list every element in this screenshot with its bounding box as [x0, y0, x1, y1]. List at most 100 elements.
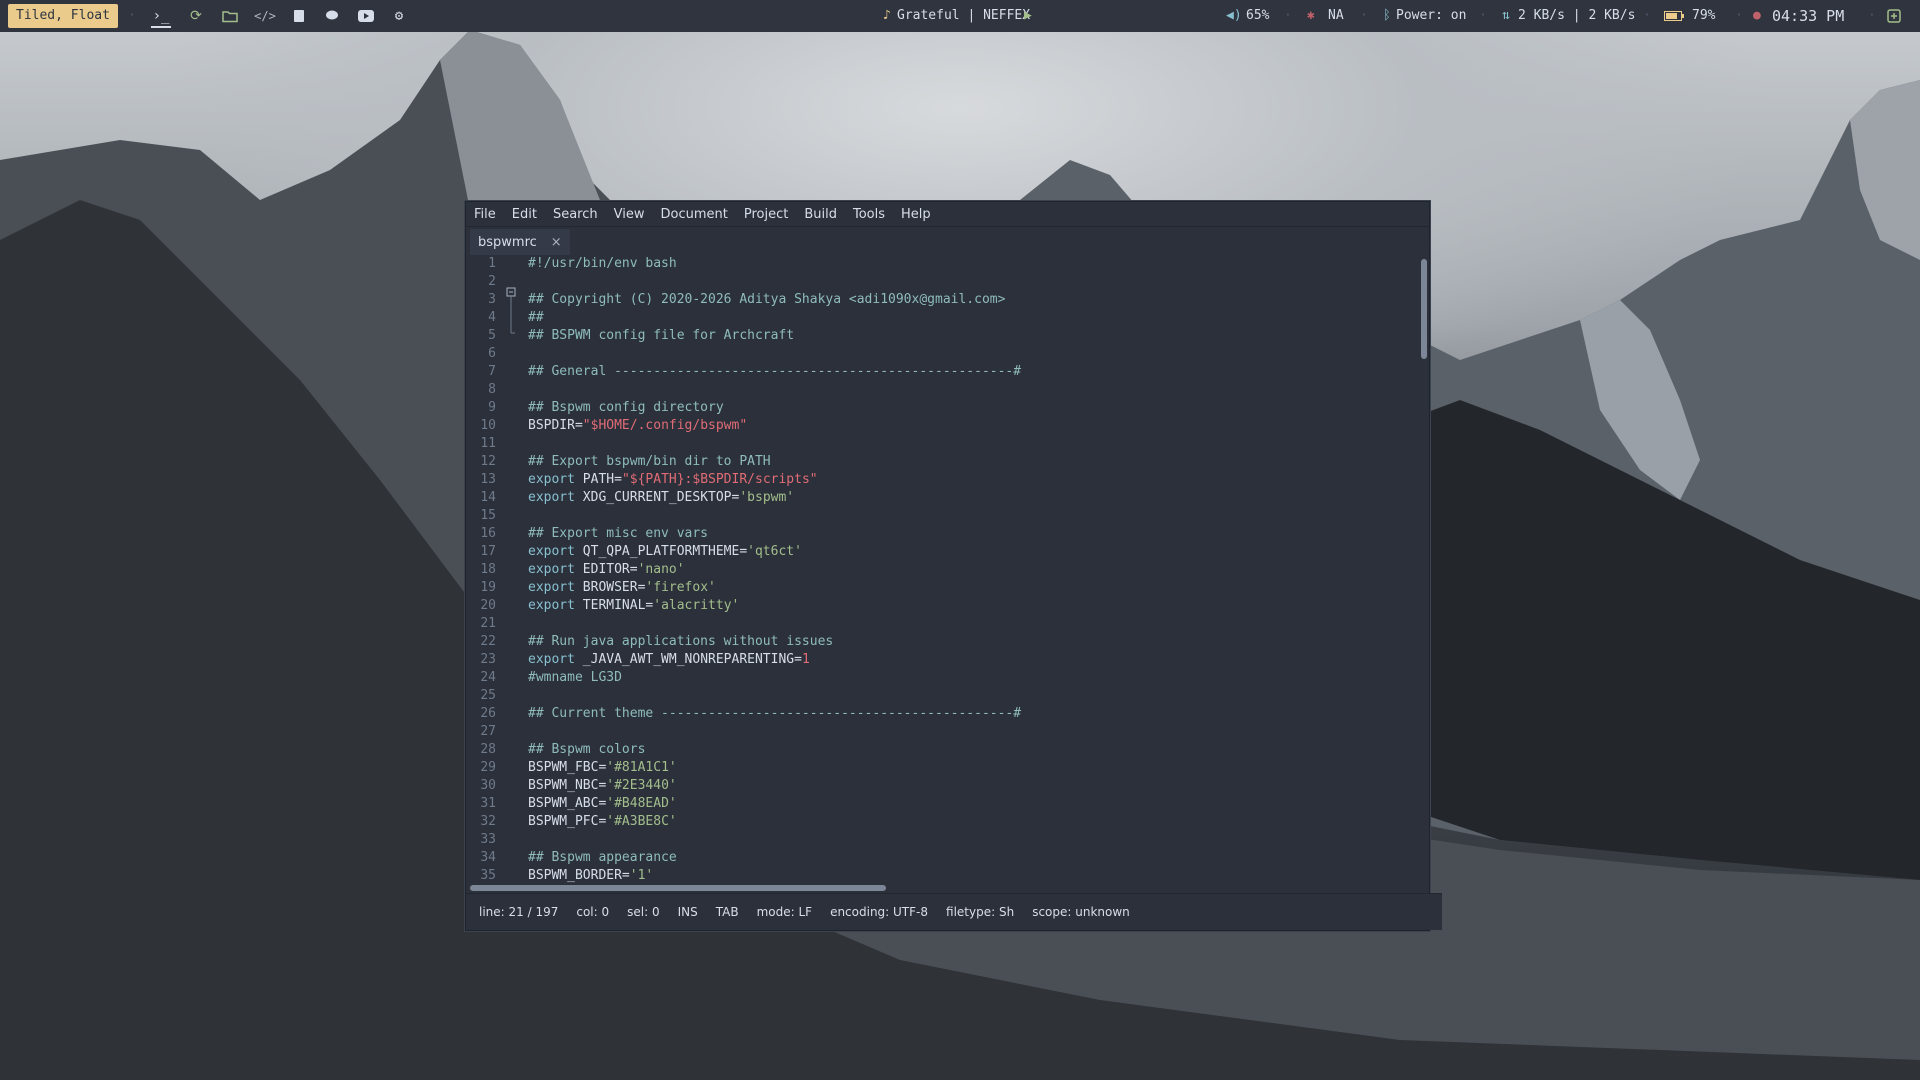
code-token: export [528, 580, 575, 595]
book-icon[interactable] [289, 6, 309, 26]
code-token: export [528, 598, 575, 613]
vertical-scroll-thumb[interactable] [1421, 259, 1427, 359]
youtube-icon[interactable] [356, 6, 376, 26]
chat-icon[interactable] [323, 6, 343, 26]
refresh-icon[interactable]: ⟳ [186, 6, 206, 26]
line-number: 2 [488, 274, 496, 289]
menu-help[interactable]: Help [901, 207, 931, 222]
code-token: ## Bspwm colors [528, 742, 646, 757]
code-line[interactable]: export EDITOR='nano' [528, 561, 1415, 579]
line-number: 18 [480, 562, 496, 577]
code-line[interactable]: ## Current theme -----------------------… [528, 705, 1415, 723]
line-number: 23 [480, 652, 496, 667]
code-line[interactable]: BSPWM_BORDER='1' [528, 867, 1415, 883]
clock-time[interactable]: 04:33 PM [1772, 0, 1844, 32]
line-number: 30 [480, 778, 496, 793]
horizontal-scrollbar[interactable] [466, 883, 1429, 893]
code-line[interactable]: ## BSPWM config file for Archcraft [528, 327, 1415, 345]
code-line[interactable]: BSPWM_NBC='#2E3440' [528, 777, 1415, 795]
code-token: 'firefox' [645, 580, 716, 595]
code-line[interactable]: #!/usr/bin/env bash [528, 255, 1415, 273]
separator: · [1643, 8, 1651, 23]
code-line[interactable] [528, 507, 1415, 525]
code-line[interactable]: export XDG_CURRENT_DESKTOP='bspwm' [528, 489, 1415, 507]
code-line[interactable]: export QT_QPA_PLATFORMTHEME='qt6ct' [528, 543, 1415, 561]
line-number: 9 [488, 400, 496, 415]
line-number: 25 [480, 688, 496, 703]
volume-value[interactable]: 65% [1246, 0, 1269, 32]
code-token: BSPWM_PFC= [528, 814, 607, 829]
line-number: 12 [480, 454, 496, 469]
bluetooth-status[interactable]: Power: on [1396, 0, 1466, 32]
code-line[interactable]: #wmname LG3D [528, 669, 1415, 687]
code-line[interactable]: export _JAVA_AWT_WM_NONREPARENTING=1 [528, 651, 1415, 669]
code-line[interactable]: BSPWM_PFC='#A3BE8C' [528, 813, 1415, 831]
code-line[interactable] [528, 723, 1415, 741]
fold-marker-icon[interactable] [506, 255, 518, 883]
code-line[interactable] [528, 687, 1415, 705]
code-token: '1' [629, 868, 654, 883]
code-line[interactable]: export PATH="${PATH}:$BSPDIR/scripts" [528, 471, 1415, 489]
code-line[interactable]: export BROWSER='firefox' [528, 579, 1415, 597]
menu-view[interactable]: View [614, 207, 645, 222]
play-icon[interactable]: ▶ [1024, 0, 1032, 32]
code-line[interactable]: ## Bspwm appearance [528, 849, 1415, 867]
menu-search[interactable]: Search [553, 207, 598, 222]
top-bar: Tiled, Float · ›_ ⟳ </> ⚙ ♪ Grateful | N… [0, 0, 1920, 32]
code-token: export [528, 562, 575, 577]
code-text-area[interactable]: #!/usr/bin/env bash ## Copyright (C) 202… [528, 255, 1415, 883]
code-editor[interactable]: 1 2 3 4 5 6 7 8 9 10 11 12 13 14 15 16 17 18 19 20 21 22 23 24 2… [466, 255, 1429, 883]
network-value[interactable]: NA [1328, 0, 1344, 32]
vertical-scrollbar[interactable] [1417, 255, 1429, 883]
code-token: BSPWM_ABC= [528, 796, 607, 811]
code-line[interactable] [528, 435, 1415, 453]
music-title[interactable]: Grateful | NEFFEX [897, 0, 1030, 32]
folder-icon[interactable] [220, 6, 240, 26]
code-line[interactable]: ## [528, 309, 1415, 327]
code-line[interactable]: ## Export bspwm/bin dir to PATH [528, 453, 1415, 471]
horizontal-scroll-thumb[interactable] [470, 885, 886, 891]
line-number: 35 [480, 868, 496, 883]
code-line[interactable]: ## Copyright (C) 2020-2026 Aditya Shakya… [528, 291, 1415, 309]
code-line[interactable]: BSPWM_FBC='#81A1C1' [528, 759, 1415, 777]
code-token: ## Copyright (C) 2020-2026 Aditya Shakya… [528, 292, 1006, 307]
menu-project[interactable]: Project [744, 207, 788, 222]
code-line[interactable]: BSPWM_ABC='#B48EAD' [528, 795, 1415, 813]
menu-document[interactable]: Document [660, 207, 727, 222]
code-line[interactable] [528, 381, 1415, 399]
menu-build[interactable]: Build [804, 207, 837, 222]
menu-file[interactable]: File [474, 207, 496, 222]
status-filetype: filetype: Sh [946, 905, 1015, 919]
layout-mode-label[interactable]: Tiled, Float [8, 4, 118, 28]
line-number: 16 [480, 526, 496, 541]
power-menu-icon[interactable] [1884, 6, 1904, 26]
menu-tools[interactable]: Tools [853, 207, 885, 222]
line-number: 20 [480, 598, 496, 613]
code-line[interactable]: ## Run java applications without issues [528, 633, 1415, 651]
separator: · [1284, 8, 1292, 23]
terminal-icon[interactable]: ›_ [151, 6, 171, 28]
code-token: ## BSPWM config file for Archcraft [528, 328, 795, 343]
menu-edit[interactable]: Edit [512, 207, 537, 222]
code-line[interactable] [528, 831, 1415, 849]
menu-bar: File Edit Search View Document Project B… [466, 202, 1429, 227]
code-line[interactable] [528, 273, 1415, 291]
code-line[interactable]: ## Export misc env vars [528, 525, 1415, 543]
code-line[interactable] [528, 615, 1415, 633]
code-line[interactable]: ## Bspwm config directory [528, 399, 1415, 417]
line-number-gutter: 1 2 3 4 5 6 7 8 9 10 11 12 13 14 15 16 17 18 19 20 21 22 23 24 2… [466, 255, 504, 883]
code-line[interactable] [528, 345, 1415, 363]
code-line[interactable]: ## General -----------------------------… [528, 363, 1415, 381]
code-line[interactable]: ## Bspwm colors [528, 741, 1415, 759]
code-line[interactable]: export TERMINAL='alacritty' [528, 597, 1415, 615]
line-number: 27 [480, 724, 496, 739]
code-icon[interactable]: </> [254, 6, 276, 26]
tab-bspwmrc[interactable]: bspwmrc × [470, 229, 570, 255]
line-number: 6 [488, 346, 496, 361]
code-token: XDG_CURRENT_DESKTOP= [574, 490, 740, 505]
battery-value[interactable]: 79% [1692, 0, 1715, 32]
code-line[interactable]: BSPDIR="$HOME/.config/bspwm" [528, 417, 1415, 435]
close-icon[interactable]: × [551, 235, 562, 250]
text-editor-window[interactable]: File Edit Search View Document Project B… [465, 201, 1442, 931]
gear-icon[interactable]: ⚙ [389, 6, 409, 26]
